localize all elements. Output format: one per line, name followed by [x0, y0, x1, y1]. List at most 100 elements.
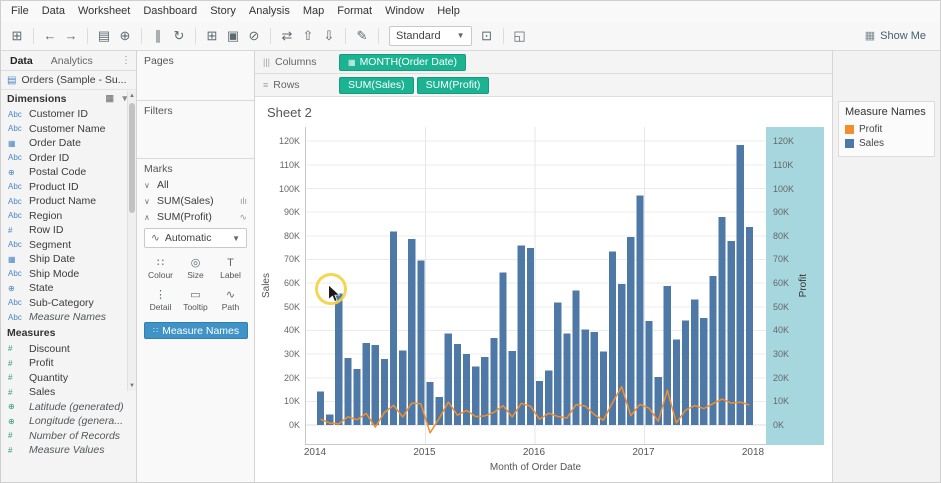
left-axis[interactable]: Sales 0K10K20K30K40K50K60K70K80K90K100K1… [261, 127, 305, 445]
sum-sales-pill[interactable]: SUM(Sales) [339, 77, 414, 94]
plot-area[interactable] [305, 127, 766, 445]
detail-button[interactable]: ⋮ Detail [144, 285, 177, 315]
measures-list: # Discount # Profit # Quantity # [1, 342, 136, 458]
dimension-item[interactable]: ⊕ State [1, 281, 136, 296]
highlight-button[interactable]: ✎ [352, 25, 372, 47]
pause-updates-button[interactable]: ∥ [148, 25, 168, 47]
filters-shelf[interactable]: Filters [137, 101, 254, 159]
menu-data[interactable]: Data [42, 5, 65, 17]
dimension-item[interactable]: Abc Sub-Category [1, 296, 136, 311]
dimension-item[interactable]: Abc Ship Mode [1, 267, 136, 282]
field-type-icon: # [8, 344, 25, 353]
fix-axes-button[interactable]: ◱ [510, 25, 530, 47]
separator [87, 28, 88, 44]
field-type-icon: ⊕ [8, 402, 25, 411]
field-type-icon: Abc [8, 269, 25, 278]
scroll-up-icon[interactable]: ▲ [128, 91, 136, 101]
sort-descending-button[interactable]: ⇩ [319, 25, 339, 47]
dimension-item[interactable]: ▦ Ship Date [1, 252, 136, 267]
month-order-date-pill[interactable]: ▦ MONTH(Order Date) [339, 54, 466, 71]
field-type-icon: # [8, 373, 25, 382]
legend-swatch [845, 125, 854, 134]
size-button[interactable]: ◎ Size [179, 253, 212, 283]
cards-column: Pages Filters Marks ∨ All ∨ SUM(Sales) ı… [137, 51, 255, 483]
tooltip-button[interactable]: ▭ Tooltip [179, 285, 212, 315]
field-type-icon: Abc [8, 313, 25, 322]
chart: Sales 0K10K20K30K40K50K60K70K80K90K100K1… [261, 127, 824, 473]
redo-button[interactable]: → [61, 25, 81, 47]
dimensions-header: Dimensions ▦ ▾ [1, 90, 136, 107]
marks-section-sum-sales[interactable]: ∨ SUM(Sales) ılı [137, 193, 254, 209]
axis-tick-label: 80K [284, 231, 300, 241]
measure-item[interactable]: ⊕ Latitude (generated) [1, 400, 136, 415]
menu-story[interactable]: Story [210, 5, 236, 17]
separator [33, 28, 34, 44]
measure-item[interactable]: # Profit [1, 356, 136, 371]
dimension-item[interactable]: Abc Measure Names [1, 310, 136, 325]
new-worksheet-button[interactable]: ⊞ [202, 25, 222, 47]
fit-selector-button[interactable]: ⊡ [477, 25, 497, 47]
add-datasource-button[interactable]: ⊕ [115, 25, 135, 47]
menu-map[interactable]: Map [303, 5, 324, 17]
measure-names-legend[interactable]: Measure Names Profit Sales [838, 101, 935, 157]
menu-file[interactable]: File [11, 5, 29, 17]
dimension-item[interactable]: ⊕ Postal Code [1, 165, 136, 180]
menu-help[interactable]: Help [437, 5, 460, 17]
dimension-item[interactable]: ▦ Order Date [1, 136, 136, 151]
pane-options-icon[interactable]: ⋮ [121, 55, 136, 66]
tab-analytics[interactable]: Analytics [42, 53, 102, 69]
dimension-item[interactable]: Abc Customer ID [1, 107, 136, 122]
legend-item-sales[interactable]: Sales [845, 136, 928, 150]
measure-item[interactable]: # Measure Values [1, 443, 136, 458]
dimension-item[interactable]: # Row ID [1, 223, 136, 238]
dimension-item[interactable]: Abc Order ID [1, 151, 136, 166]
marks-section-sum-profit[interactable]: ∧ SUM(Profit) ∿ [137, 209, 254, 225]
marks-section-all[interactable]: ∨ All [137, 177, 254, 193]
show-me-button[interactable]: ▦ Show Me [857, 27, 934, 44]
measure-item[interactable]: # Sales [1, 385, 136, 400]
pages-shelf[interactable]: Pages [137, 51, 254, 101]
axis-tick-label: 0K [773, 420, 784, 430]
scrollbar-thumb[interactable] [129, 103, 135, 213]
menu-format[interactable]: Format [337, 5, 372, 17]
tableau-logo-button[interactable]: ⊞ [7, 25, 27, 47]
menu-worksheet[interactable]: Worksheet [78, 5, 130, 17]
measure-item[interactable]: # Discount [1, 342, 136, 357]
clear-sheet-button[interactable]: ⊘ [244, 25, 264, 47]
scroll-down-icon[interactable]: ▼ [128, 381, 136, 391]
undo-button[interactable]: ← [40, 25, 60, 47]
fit-mode-value: Standard [396, 30, 441, 42]
axis-tick-label: 90K [284, 207, 300, 217]
save-button[interactable]: ▤ [94, 25, 114, 47]
tab-data[interactable]: Data [1, 53, 42, 69]
measure-item[interactable]: # Number of Records [1, 429, 136, 444]
data-pane-scrollbar[interactable]: ▲ ▼ [127, 91, 136, 391]
rows-shelf[interactable]: ≡ Rows SUM(Sales) SUM(Profit) [255, 74, 832, 97]
duplicate-sheet-button[interactable]: ▣ [223, 25, 243, 47]
measure-item[interactable]: # Quantity [1, 371, 136, 386]
datasource-item[interactable]: ▤ Orders (Sample - Su... [1, 71, 136, 90]
menu-window[interactable]: Window [385, 5, 424, 17]
measure-item[interactable]: ⊕ Longitude (genera... [1, 414, 136, 429]
menu-analysis[interactable]: Analysis [249, 5, 290, 17]
dimension-item[interactable]: Abc Product Name [1, 194, 136, 209]
dimension-item[interactable]: Abc Region [1, 209, 136, 224]
path-button[interactable]: ∿ Path [214, 285, 247, 315]
legend-item-profit[interactable]: Profit [845, 122, 928, 136]
sum-profit-pill[interactable]: SUM(Profit) [417, 77, 490, 94]
colour-button[interactable]: ∷ Colour [144, 253, 177, 283]
right-axis-highlighted[interactable]: 0K10K20K30K40K50K60K70K80K90K100K110K120… [766, 127, 824, 445]
sort-ascending-button[interactable]: ⇧ [298, 25, 318, 47]
fit-mode-select[interactable]: Standard ▼ [389, 26, 472, 46]
menu-dashboard[interactable]: Dashboard [143, 5, 197, 17]
dimension-item[interactable]: Abc Segment [1, 238, 136, 253]
mark-type-select[interactable]: ∿ Automatic ▼ [144, 228, 247, 248]
run-updates-button[interactable]: ↻ [169, 25, 189, 47]
axis-tick-label: 0K [289, 420, 300, 430]
swap-axes-button[interactable]: ⇄ [277, 25, 297, 47]
label-button[interactable]: T Label [214, 253, 247, 283]
dimension-item[interactable]: Abc Customer Name [1, 122, 136, 137]
dimension-item[interactable]: Abc Product ID [1, 180, 136, 195]
measure-names-pill[interactable]: ∷ Measure Names [144, 322, 248, 339]
columns-shelf[interactable]: ||| Columns ▦ MONTH(Order Date) [255, 51, 832, 74]
